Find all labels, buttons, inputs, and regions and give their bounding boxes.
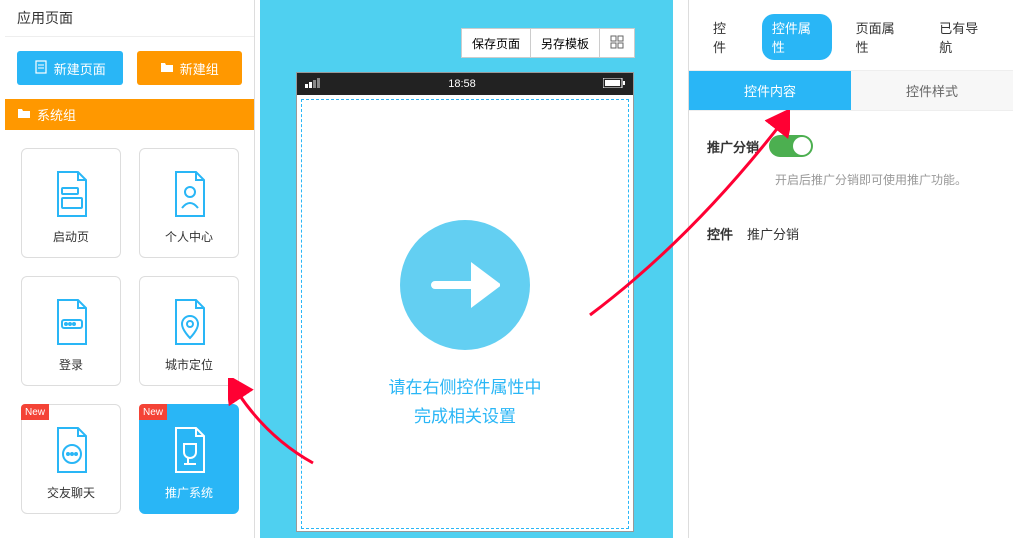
file-icon — [34, 60, 48, 77]
control-name-row: 控件 推广分销 — [707, 224, 995, 243]
left-panel-title: 应用页面 — [5, 0, 254, 37]
phone-preview: 18:58 请在右侧控件属性中 完成相关设置 — [296, 72, 634, 532]
toggle-label: 推广分销 — [707, 137, 759, 156]
canvas-drop-area[interactable]: 请在右侧控件属性中 完成相关设置 — [301, 99, 629, 529]
tile-label: 城市定位 — [165, 356, 213, 373]
prop-tabs: 控件 控件属性 页面属性 已有导航 — [689, 0, 1013, 70]
layout-toggle-button[interactable] — [599, 28, 635, 58]
preview-toolbar: 保存页面 另存模板 — [461, 28, 635, 58]
tile-label: 个人中心 — [165, 228, 213, 245]
folder-icon — [17, 106, 31, 123]
save-template-button[interactable]: 另存模板 — [530, 28, 600, 58]
properties-panel: 控件 控件属性 页面属性 已有导航 控件内容 控件样式 推广分销 开启后推广分销… — [688, 0, 1013, 538]
tile-label: 交友聊天 — [47, 484, 95, 501]
tile-grid: 启动页 个人中心 登录 城市定位 New — [5, 130, 254, 532]
new-group-label: 新建组 — [180, 59, 219, 78]
promotion-toggle[interactable] — [769, 135, 813, 157]
new-badge: New — [21, 404, 49, 420]
status-bar: 18:58 — [297, 73, 633, 95]
canvas-hint-line1: 请在右侧控件属性中 — [302, 374, 628, 403]
tile-label: 推广系统 — [165, 484, 213, 501]
trophy-icon — [168, 426, 210, 474]
subtab-content[interactable]: 控件内容 — [689, 71, 851, 110]
tile-label: 启动页 — [53, 228, 89, 245]
start-page-icon — [50, 170, 92, 218]
chat-icon — [50, 426, 92, 474]
prop-body: 推广分销 开启后推广分销即可使用推广功能。 控件 推广分销 — [689, 111, 1013, 267]
save-page-button[interactable]: 保存页面 — [461, 28, 531, 58]
layout-icon — [610, 35, 624, 52]
status-time: 18:58 — [448, 78, 476, 90]
tab-existing-nav[interactable]: 已有导航 — [929, 14, 999, 60]
group-header-label: 系统组 — [37, 105, 76, 124]
control-key: 控件 — [707, 224, 733, 243]
prop-subtabs: 控件内容 控件样式 — [689, 70, 1013, 111]
tile-login[interactable]: 登录 — [21, 276, 121, 386]
new-page-label: 新建页面 — [54, 59, 106, 78]
tile-start-page[interactable]: 启动页 — [21, 148, 121, 258]
tile-label: 登录 — [59, 356, 83, 373]
control-value: 推广分销 — [747, 224, 799, 243]
new-group-button[interactable]: 新建组 — [137, 51, 243, 85]
tile-chat[interactable]: New 交友聊天 — [21, 404, 121, 514]
tile-promotion[interactable]: New 推广系统 — [139, 404, 239, 514]
new-page-button[interactable]: 新建页面 — [17, 51, 123, 85]
subtab-style[interactable]: 控件样式 — [851, 71, 1013, 110]
tile-profile[interactable]: 个人中心 — [139, 148, 239, 258]
location-icon — [168, 298, 210, 346]
profile-icon — [168, 170, 210, 218]
group-header[interactable]: 系统组 — [5, 99, 254, 130]
folder-icon — [160, 60, 174, 77]
preview-stage: 保存页面 另存模板 18:58 请在右侧控件属性中 完成相关设置 — [260, 0, 673, 538]
signal-icon — [305, 78, 321, 91]
tab-widget[interactable]: 控件 — [703, 14, 748, 60]
left-panel: 应用页面 新建页面 新建组 系统组 启动页 — [5, 0, 255, 538]
new-badge: New — [139, 404, 167, 420]
tab-page-props[interactable]: 页面属性 — [846, 14, 916, 60]
login-icon — [50, 298, 92, 346]
button-row: 新建页面 新建组 — [5, 37, 254, 99]
canvas-hint: 请在右侧控件属性中 完成相关设置 — [302, 374, 628, 432]
toggle-hint: 开启后推广分销即可使用推广功能。 — [775, 171, 995, 188]
tab-widget-props[interactable]: 控件属性 — [762, 14, 832, 60]
tile-location[interactable]: 城市定位 — [139, 276, 239, 386]
arrow-circle-icon — [400, 220, 530, 350]
toggle-row: 推广分销 — [707, 135, 995, 157]
battery-icon — [603, 78, 625, 91]
canvas-hint-line2: 完成相关设置 — [302, 403, 628, 432]
